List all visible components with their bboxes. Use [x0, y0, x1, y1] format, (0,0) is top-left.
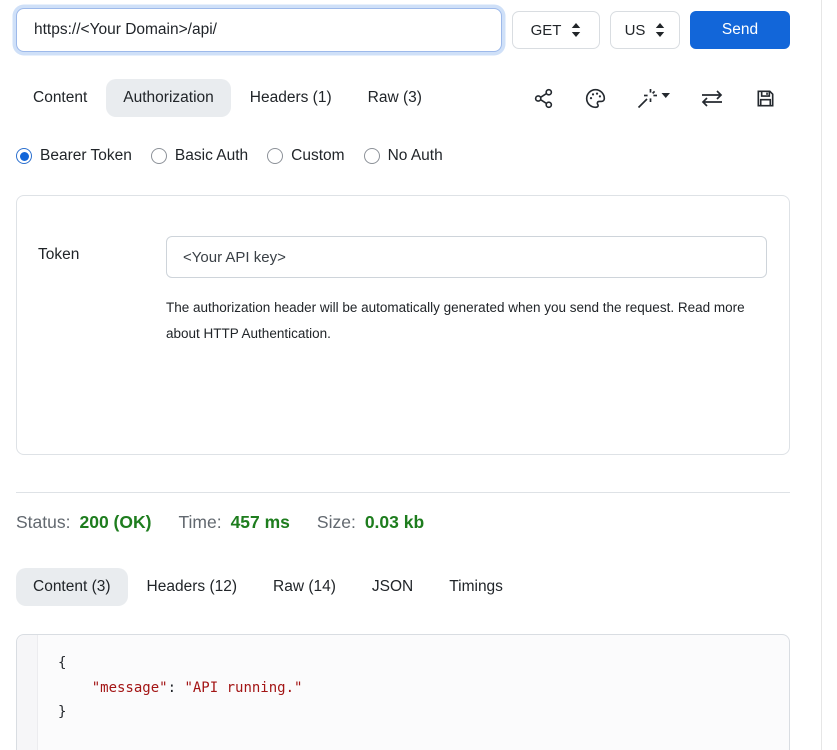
code-gutter	[17, 635, 38, 750]
status-stat: Status: 200 (OK)	[16, 512, 151, 533]
tab-headers[interactable]: Headers (1)	[233, 79, 349, 117]
time-stat: Time: 457 ms	[178, 512, 289, 533]
radio-icon	[16, 148, 32, 164]
response-tab-timings[interactable]: Timings	[432, 568, 520, 606]
status-value: 200 (OK)	[79, 512, 151, 533]
auth-option-label: Bearer Token	[40, 147, 132, 165]
method-select[interactable]: GET	[512, 11, 600, 49]
response-status-row: Status: 200 (OK) Time: 457 ms Size: 0.03…	[16, 512, 790, 533]
auth-option-custom[interactable]: Custom	[267, 147, 344, 165]
url-row: GET US Send	[16, 8, 790, 52]
auth-option-basic-auth[interactable]: Basic Auth	[151, 147, 248, 165]
time-value: 457 ms	[231, 512, 290, 533]
auth-option-no-auth[interactable]: No Auth	[364, 147, 443, 165]
response-json-code: { "message": "API running." }	[58, 651, 789, 725]
bearer-token-panel: Token The authorization header will be a…	[16, 195, 790, 455]
size-value: 0.03 kb	[365, 512, 424, 533]
auth-option-label: Basic Auth	[175, 147, 248, 165]
size-label: Size:	[317, 512, 356, 533]
send-button[interactable]: Send	[690, 11, 790, 49]
updown-caret-icon	[571, 23, 581, 37]
tab-raw[interactable]: Raw (3)	[351, 79, 439, 117]
radio-icon	[151, 148, 167, 164]
auth-option-label: Custom	[291, 147, 344, 165]
response-tabs: Content (3) Headers (12) Raw (14) JSON T…	[16, 568, 790, 606]
response-body-panel: { "message": "API running." }	[16, 634, 790, 750]
updown-caret-icon	[655, 23, 665, 37]
method-select-value: GET	[531, 22, 562, 39]
palette-icon[interactable]	[584, 87, 607, 110]
section-divider	[16, 492, 790, 493]
auth-option-label: No Auth	[388, 147, 443, 165]
server-select[interactable]: US	[610, 11, 680, 49]
request-tabs-row: Content Authorization Headers (1) Raw (3…	[16, 79, 790, 117]
token-label: Token	[38, 236, 166, 454]
swap-requests-icon[interactable]	[699, 87, 725, 110]
status-label: Status:	[16, 512, 70, 533]
token-input[interactable]	[166, 236, 767, 278]
tab-authorization[interactable]: Authorization	[106, 79, 230, 117]
share-icon[interactable]	[532, 87, 555, 110]
time-label: Time:	[178, 512, 221, 533]
size-stat: Size: 0.03 kb	[317, 512, 424, 533]
server-select-value: US	[625, 22, 646, 39]
response-tab-json[interactable]: JSON	[355, 568, 430, 606]
api-request-tool: GET US Send Content Authorization Header…	[0, 0, 822, 750]
auth-option-bearer-token[interactable]: Bearer Token	[16, 147, 132, 165]
url-input[interactable]	[16, 8, 502, 52]
auth-options: Bearer Token Basic Auth Custom No Auth	[16, 147, 790, 165]
token-help-text: The authorization header will be automat…	[166, 295, 758, 346]
tab-content[interactable]: Content	[16, 79, 104, 117]
magic-wand-icon[interactable]	[636, 87, 670, 110]
request-toolbar	[532, 87, 790, 110]
request-tabs: Content Authorization Headers (1) Raw (3…	[16, 79, 439, 117]
response-tab-headers[interactable]: Headers (12)	[130, 568, 254, 606]
save-icon[interactable]	[754, 87, 777, 110]
radio-icon	[364, 148, 380, 164]
response-tab-raw[interactable]: Raw (14)	[256, 568, 353, 606]
response-tab-content[interactable]: Content (3)	[16, 568, 128, 606]
radio-icon	[267, 148, 283, 164]
